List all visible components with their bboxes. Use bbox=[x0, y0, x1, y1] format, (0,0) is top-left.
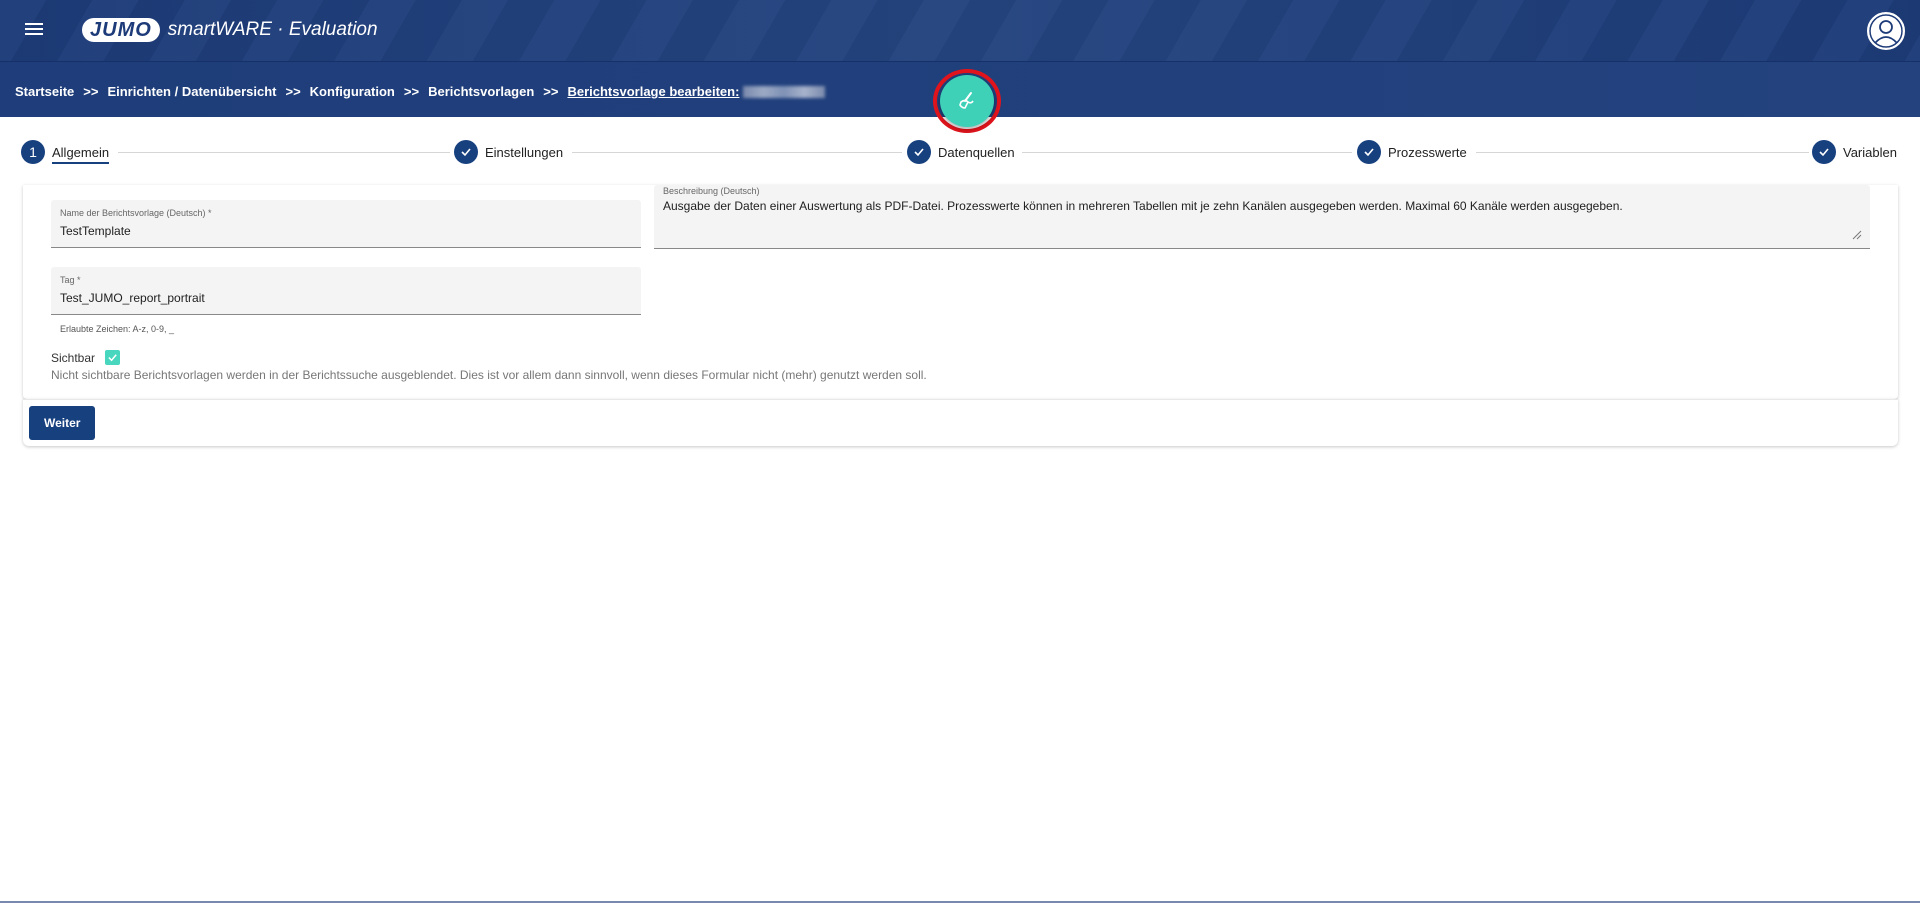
check-icon bbox=[108, 354, 117, 362]
check-icon bbox=[1812, 140, 1836, 164]
app-logo[interactable]: JUMO smartWARE · Evaluation bbox=[82, 18, 378, 42]
jumo-logo-badge: JUMO bbox=[82, 18, 160, 42]
actions-card: Weiter bbox=[23, 399, 1898, 446]
step-connector bbox=[118, 152, 450, 153]
breadcrumb: Startseite >> Einrichten / Datenübersich… bbox=[15, 84, 826, 99]
step-label: Variablen bbox=[1843, 144, 1897, 160]
breadcrumb-item-startseite[interactable]: Startseite bbox=[15, 84, 74, 99]
step-connector bbox=[1022, 152, 1352, 153]
breadcrumb-item-konfiguration[interactable]: Konfiguration bbox=[310, 84, 395, 99]
breadcrumb-separator: >> bbox=[403, 84, 420, 99]
name-field-label: Name der Berichtsvorlage (Deutsch) * bbox=[60, 208, 212, 218]
redacted-template-name bbox=[743, 85, 826, 98]
name-field[interactable]: Name der Berichtsvorlage (Deutsch) * Tes… bbox=[51, 200, 641, 248]
description-field[interactable]: Beschreibung (Deutsch) Ausgabe der Daten… bbox=[654, 185, 1870, 249]
step-number: 1 bbox=[21, 140, 45, 164]
step-label: Prozesswerte bbox=[1388, 144, 1467, 160]
breadcrumb-item-einrichten[interactable]: Einrichten / Datenübersicht bbox=[107, 84, 276, 99]
resize-handle-icon[interactable] bbox=[1852, 230, 1862, 240]
hamburger-menu-icon[interactable] bbox=[22, 20, 46, 40]
next-button[interactable]: Weiter bbox=[29, 406, 96, 440]
step-label: Allgemein bbox=[52, 145, 110, 164]
step-connector bbox=[572, 152, 902, 153]
visible-toggle-row: Sichtbar bbox=[51, 350, 121, 365]
tag-field-hint: Erlaubte Zeichen: A-z, 0-9, _ bbox=[60, 324, 175, 334]
tag-field-label: Tag * bbox=[60, 275, 81, 285]
broom-clean-icon[interactable] bbox=[940, 75, 994, 127]
tag-field[interactable]: Tag * Test_JUMO_report_portrait bbox=[51, 267, 641, 315]
logo-brand: JUMO bbox=[90, 18, 152, 41]
step-allgemein[interactable]: 1 Allgemein bbox=[21, 140, 110, 164]
visible-help-text: Nicht sichtbare Berichtsvorlagen werden … bbox=[51, 368, 927, 382]
visible-checkbox[interactable] bbox=[105, 350, 121, 365]
step-label: Datenquellen bbox=[938, 144, 1015, 160]
breadcrumb-current[interactable]: Berichtsvorlage bearbeiten: bbox=[567, 84, 739, 99]
check-icon bbox=[454, 140, 478, 164]
step-variablen[interactable]: Variablen bbox=[1812, 140, 1897, 164]
description-field-value[interactable]: Ausgabe der Daten einer Auswertung als P… bbox=[663, 199, 1853, 213]
logo-product-name: smartWARE · Evaluation bbox=[167, 19, 378, 40]
tag-field-value[interactable]: Test_JUMO_report_portrait bbox=[60, 291, 205, 305]
step-connector bbox=[1476, 152, 1809, 153]
step-prozesswerte[interactable]: Prozesswerte bbox=[1357, 140, 1467, 164]
breadcrumb-item-berichtsvorlagen[interactable]: Berichtsvorlagen bbox=[428, 84, 534, 99]
step-datenquellen[interactable]: Datenquellen bbox=[907, 140, 1015, 164]
name-field-value[interactable]: TestTemplate bbox=[60, 224, 131, 238]
top-app-bar: JUMO smartWARE · Evaluation bbox=[0, 0, 1920, 61]
check-icon bbox=[1357, 140, 1381, 164]
step-einstellungen[interactable]: Einstellungen bbox=[454, 140, 563, 164]
breadcrumb-separator: >> bbox=[543, 84, 559, 99]
description-field-label: Beschreibung (Deutsch) bbox=[663, 186, 760, 196]
breadcrumb-separator: >> bbox=[285, 84, 301, 99]
form-card: Name der Berichtsvorlage (Deutsch) * Tes… bbox=[23, 185, 1898, 399]
step-label: Einstellungen bbox=[485, 144, 564, 160]
check-icon bbox=[907, 140, 931, 164]
breadcrumb-separator: >> bbox=[83, 84, 99, 99]
visible-label: Sichtbar bbox=[51, 350, 96, 365]
user-avatar-icon[interactable] bbox=[1867, 12, 1905, 50]
